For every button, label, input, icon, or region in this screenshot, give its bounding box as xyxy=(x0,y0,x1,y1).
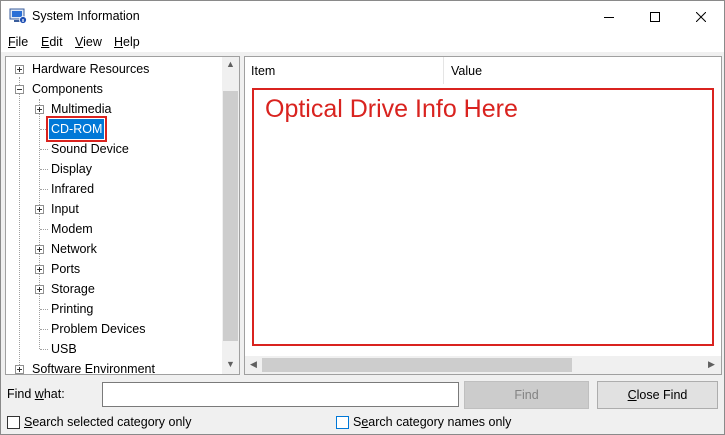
find-button[interactable]: Find xyxy=(464,381,589,409)
tree-item-printing[interactable]: Printing xyxy=(6,299,221,319)
annotation-text: Optical Drive Info Here xyxy=(265,95,518,123)
tree-item-multimedia[interactable]: Multimedia xyxy=(6,99,221,119)
tree-item-ports[interactable]: Ports xyxy=(6,259,221,279)
tree-scroll-thumb[interactable] xyxy=(223,91,238,341)
scroll-up-icon[interactable]: ▲ xyxy=(226,59,235,69)
menu-edit[interactable]: Edit xyxy=(41,35,63,49)
minimize-button[interactable] xyxy=(586,1,632,32)
minimize-icon xyxy=(604,16,614,18)
maximize-button[interactable] xyxy=(632,1,678,32)
tree-item-cdrom[interactable]: CD-ROM xyxy=(6,116,221,142)
tree-item-hardware-resources[interactable]: Hardware Resources xyxy=(6,59,221,79)
search-category-names-checkbox[interactable] xyxy=(336,415,349,429)
tree-item-display[interactable]: Display xyxy=(6,159,221,179)
tree-vertical-scrollbar[interactable]: ▲ ▼ xyxy=(222,57,239,374)
column-header-value[interactable]: Value xyxy=(445,57,721,84)
list-scroll-thumb[interactable] xyxy=(262,358,572,372)
find-what-label: Find what: xyxy=(7,387,65,401)
tree-item-problem-devices[interactable]: Problem Devices xyxy=(6,319,221,339)
menu-file[interactable]: File xyxy=(8,35,28,49)
search-category-names-only-option[interactable]: Search category names only xyxy=(336,414,511,430)
close-find-button[interactable]: Close Find xyxy=(597,381,718,409)
title-bar[interactable]: System Information xyxy=(1,1,724,32)
expand-icon[interactable] xyxy=(35,105,44,114)
list-horizontal-scrollbar[interactable]: ◀ ▶ xyxy=(245,356,721,374)
menu-bar: File Edit View Help xyxy=(1,32,724,52)
search-selected-category-only-option[interactable]: Search selected category only xyxy=(7,414,191,430)
expand-icon[interactable] xyxy=(15,365,24,374)
column-header-item[interactable]: Item xyxy=(245,57,444,84)
window-title: System Information xyxy=(32,9,140,23)
close-icon xyxy=(696,11,706,22)
expand-icon[interactable] xyxy=(35,245,44,254)
category-tree[interactable]: Hardware Resources Components Multimedia… xyxy=(5,56,240,375)
selected-tree-label: CD-ROM xyxy=(45,116,108,142)
system-info-icon xyxy=(9,8,27,24)
expand-icon[interactable] xyxy=(35,285,44,294)
tree-item-sound-device[interactable]: Sound Device xyxy=(6,139,221,159)
expand-icon[interactable] xyxy=(35,265,44,274)
tree-item-modem[interactable]: Modem xyxy=(6,219,221,239)
menu-help[interactable]: Help xyxy=(114,35,140,49)
scroll-down-icon[interactable]: ▼ xyxy=(226,359,235,369)
scroll-right-icon[interactable]: ▶ xyxy=(708,359,715,370)
expand-icon[interactable] xyxy=(15,65,24,74)
find-what-input[interactable] xyxy=(102,382,459,407)
tree-item-input[interactable]: Input xyxy=(6,199,221,219)
annotation-box: Optical Drive Info Here xyxy=(252,88,714,346)
details-list[interactable]: Item Value Optical Drive Info Here ◀ ▶ xyxy=(244,56,722,375)
expand-icon[interactable] xyxy=(35,205,44,214)
tree-item-usb[interactable]: USB xyxy=(6,339,221,359)
maximize-icon xyxy=(650,11,660,22)
tree-item-software-environment[interactable]: Software Environment xyxy=(6,359,221,374)
scroll-left-icon[interactable]: ◀ xyxy=(250,359,257,370)
close-button[interactable] xyxy=(678,1,724,32)
search-selected-category-checkbox[interactable] xyxy=(7,415,20,429)
tree-item-network[interactable]: Network xyxy=(6,239,221,259)
collapse-icon[interactable] xyxy=(15,85,24,94)
menu-view[interactable]: View xyxy=(75,35,102,49)
tree-item-infrared[interactable]: Infrared xyxy=(6,179,221,199)
tree-item-storage[interactable]: Storage xyxy=(6,279,221,299)
system-information-window: System Information File Edit View Help H… xyxy=(0,0,725,435)
tree-item-components[interactable]: Components xyxy=(6,79,221,99)
